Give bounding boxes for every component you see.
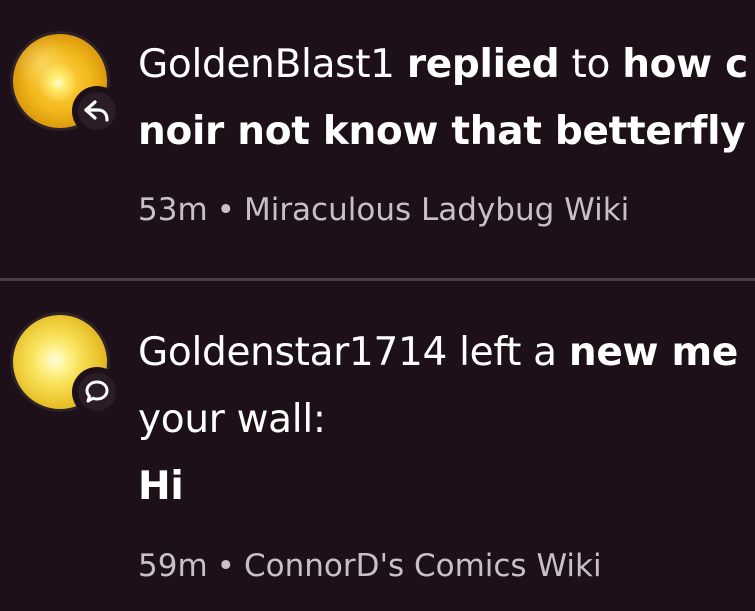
notification-text-2[interactable]: Goldenstar1714 left a new me your wall: … bbox=[138, 319, 755, 520]
message-bubble-icon bbox=[85, 380, 109, 403]
username[interactable]: Goldenstar1714 bbox=[138, 330, 447, 375]
notification-line-1: Goldenstar1714 left a new me bbox=[138, 319, 755, 386]
username[interactable]: GoldenBlast1 bbox=[138, 42, 395, 87]
connector-text: to bbox=[571, 42, 611, 87]
thread-title-continued[interactable]: noir not know that betterfly bbox=[138, 98, 755, 165]
notification-meta: 53m • Miraculous Ladybug Wiki bbox=[138, 192, 629, 228]
notification-text[interactable]: GoldenBlast1 replied to how c noir not k… bbox=[138, 31, 755, 165]
notification-type-badge bbox=[72, 367, 122, 417]
action-text: replied bbox=[406, 42, 560, 87]
reply-arrow-icon bbox=[84, 100, 109, 122]
notification-line-1: GoldenBlast1 replied to how c bbox=[138, 31, 755, 98]
separator-dot: • bbox=[216, 192, 235, 228]
message-link-start[interactable]: new me bbox=[569, 330, 738, 375]
avatar-wrapper[interactable] bbox=[10, 312, 122, 417]
wiki-name[interactable]: Miraculous Ladybug Wiki bbox=[244, 192, 629, 228]
timestamp: 53m bbox=[138, 192, 208, 228]
avatar-wrapper[interactable] bbox=[10, 31, 122, 136]
thread-title-start[interactable]: how c bbox=[622, 42, 748, 87]
notification-line-2: your wall: bbox=[138, 397, 326, 442]
action-text: left a bbox=[459, 330, 557, 375]
notification-item[interactable]: GoldenBlast1 replied to how c noir not k… bbox=[0, 0, 755, 278]
message-preview: Hi bbox=[138, 464, 184, 509]
notification-meta-2: 59m • ConnorD's Comics Wiki bbox=[138, 548, 602, 584]
notification-type-badge bbox=[72, 86, 122, 136]
timestamp: 59m bbox=[138, 548, 208, 584]
wiki-name[interactable]: ConnorD's Comics Wiki bbox=[244, 548, 602, 584]
separator-dot: • bbox=[216, 548, 235, 584]
